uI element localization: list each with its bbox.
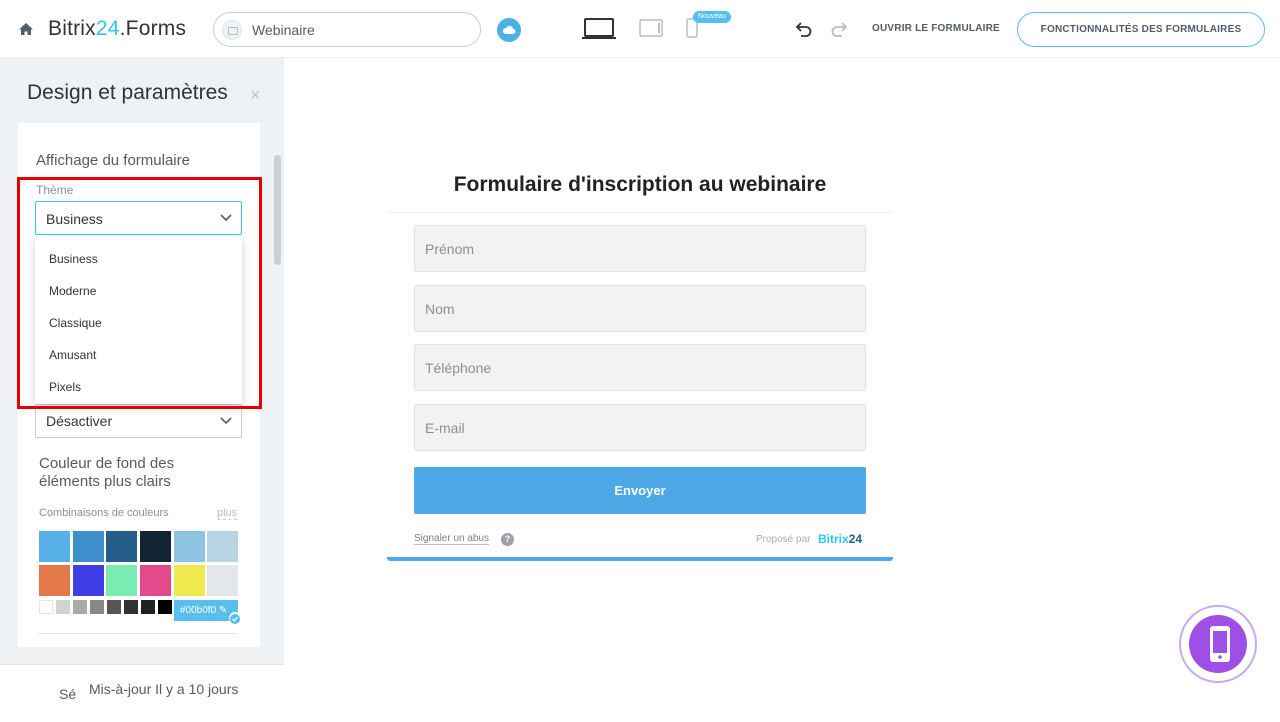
color-swatch[interactable]	[106, 565, 137, 596]
color-swatch[interactable]	[39, 531, 70, 562]
cloud-save-icon[interactable]	[497, 18, 521, 42]
bg-color-title: Couleur de fond des éléments plus clairs	[39, 455, 175, 490]
first-name-field[interactable]: Prénom	[414, 225, 866, 272]
open-form-link[interactable]: OUVRIR LE FORMULAIRE	[872, 23, 1000, 34]
hex-value: #00b0f0	[180, 605, 217, 616]
mobile-preview-button[interactable]	[1179, 605, 1257, 683]
redo-icon[interactable]	[830, 21, 848, 37]
updated-tooltip: Mis-à-jour Il y a 10 jours	[89, 681, 239, 697]
phone-icon	[1210, 626, 1230, 662]
undo-icon[interactable]	[795, 21, 813, 37]
phone-field[interactable]: Téléphone	[414, 344, 866, 391]
close-icon[interactable]: ×	[250, 85, 261, 106]
color-swatch[interactable]	[140, 565, 171, 596]
gray-swatch[interactable]	[124, 600, 138, 614]
bitrix24-logo[interactable]: Bitrix24	[818, 532, 862, 546]
last-name-field[interactable]: Nom	[414, 285, 866, 332]
color-swatch[interactable]	[140, 531, 171, 562]
second-select[interactable]: Désactiver	[35, 404, 242, 438]
field-placeholder: E-mail	[425, 420, 465, 436]
desktop-view-icon[interactable]	[582, 18, 616, 40]
report-abuse-link[interactable]: Signaler un abus	[414, 533, 490, 545]
panel-title: Design et paramètres	[27, 81, 228, 104]
form-features-button[interactable]: FONCTIONNALITÉS DES FORMULAIRES	[1017, 12, 1265, 47]
gray-swatch[interactable]	[90, 600, 104, 614]
gray-swatch[interactable]	[141, 600, 155, 614]
footer-save-label[interactable]: Sé	[59, 686, 76, 702]
second-select-value: Désactiver	[46, 413, 113, 429]
color-swatch[interactable]	[174, 565, 205, 596]
check-icon	[229, 612, 241, 624]
new-badge: Nouveau	[693, 11, 732, 23]
home-icon[interactable]	[18, 21, 34, 37]
powered-by-label: Proposé par	[756, 534, 811, 545]
form-name-value: Webinaire	[252, 22, 315, 38]
field-placeholder: Téléphone	[425, 360, 492, 376]
gray-swatch[interactable]	[39, 600, 53, 614]
form-bottom-bar	[387, 557, 893, 561]
section-title: Affichage du formulaire	[36, 152, 190, 169]
scrollbar-thumb[interactable]	[274, 155, 281, 265]
color-swatch[interactable]	[106, 531, 137, 562]
chevron-down-icon	[220, 417, 232, 425]
color-swatch[interactable]	[207, 531, 238, 562]
color-swatch[interactable]	[174, 531, 205, 562]
gray-swatch[interactable]	[73, 600, 87, 614]
divider	[387, 212, 893, 213]
color-swatch[interactable]	[207, 565, 238, 596]
gray-swatch[interactable]	[158, 600, 172, 614]
more-colors-link[interactable]: plus	[217, 507, 238, 520]
help-icon[interactable]: ?	[501, 533, 514, 546]
tablet-view-icon[interactable]	[639, 19, 663, 37]
brand-logo[interactable]: Bitrix24.Forms	[48, 17, 186, 41]
highlight-frame	[17, 177, 262, 409]
color-swatch[interactable]	[39, 565, 70, 596]
color-combos-label: Combinaisons de couleurs	[39, 507, 169, 519]
form-icon	[222, 20, 242, 40]
email-field[interactable]: E-mail	[414, 404, 866, 451]
submit-button[interactable]: Envoyer	[414, 467, 866, 514]
color-swatch[interactable]	[73, 565, 104, 596]
form-name-field[interactable]: Webinaire	[213, 12, 481, 47]
divider	[38, 633, 238, 634]
color-swatch[interactable]	[73, 531, 104, 562]
form-title: Formulaire d'inscription au webinaire	[453, 173, 827, 196]
top-bar: Bitrix24.Forms Webinaire Nouveau OUVRIR …	[0, 0, 1280, 58]
gray-swatch[interactable]	[56, 600, 70, 614]
gray-swatch[interactable]	[107, 600, 121, 614]
field-placeholder: Nom	[425, 301, 455, 317]
field-placeholder: Prénom	[425, 241, 475, 257]
